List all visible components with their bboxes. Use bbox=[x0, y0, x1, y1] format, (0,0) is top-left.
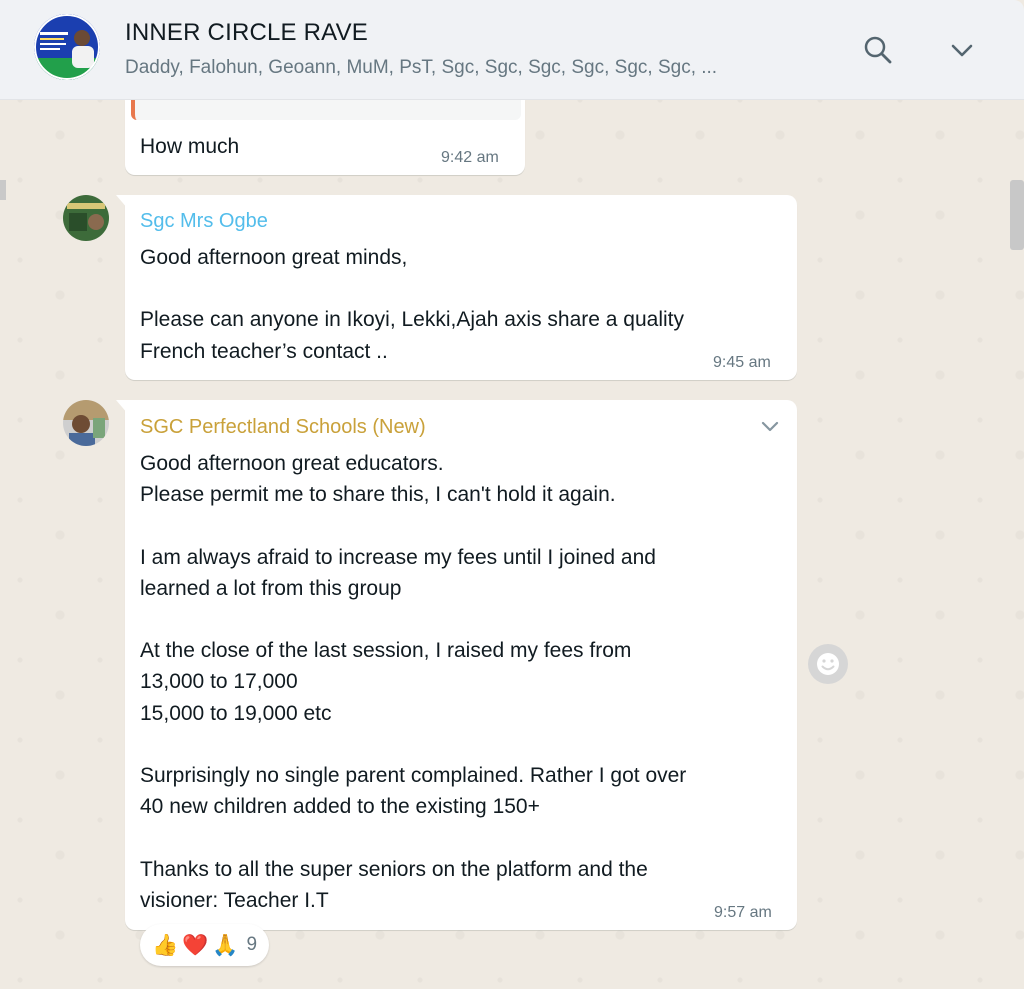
bubble-tail bbox=[116, 195, 128, 209]
school-logo-avatar-icon bbox=[63, 195, 109, 241]
praying-hands-reaction: 🙏 bbox=[212, 932, 239, 957]
chat-header[interactable]: INNER CIRCLE RAVE Daddy, Falohun, Geoann… bbox=[0, 0, 1024, 100]
window-edge-marker bbox=[0, 180, 6, 200]
group-flyer-avatar-icon bbox=[34, 14, 100, 80]
menu-button[interactable] bbox=[946, 34, 978, 66]
message-bubble[interactable]: Sgc Mrs Ogbe Good afternoon great minds,… bbox=[116, 195, 797, 380]
message-bubble[interactable]: SGC Perfectland Schools (New) Good after… bbox=[116, 400, 797, 930]
sender-avatar[interactable] bbox=[63, 400, 109, 446]
search-button[interactable] bbox=[862, 34, 894, 66]
group-avatar[interactable] bbox=[34, 14, 100, 80]
sender-name[interactable]: Sgc Mrs Ogbe bbox=[140, 210, 268, 233]
message-text: Good afternoon great educators. Please p… bbox=[140, 452, 687, 912]
sender-avatar[interactable] bbox=[63, 195, 109, 241]
message-time: 9:57 am bbox=[714, 904, 772, 921]
message-time: 9:45 am bbox=[713, 354, 771, 371]
quoted-message[interactable] bbox=[131, 100, 521, 120]
message-time: 9:42 am bbox=[441, 149, 499, 166]
reactions-pill[interactable]: 👍 ❤️ 🙏 9 bbox=[140, 924, 270, 966]
scrollbar-thumb[interactable] bbox=[1010, 180, 1024, 250]
message-text: Good afternoon great minds, Please can a… bbox=[140, 246, 684, 363]
message-options-button[interactable] bbox=[757, 416, 783, 438]
reaction-count: 9 bbox=[246, 934, 258, 955]
message-bubble[interactable]: How much 9:42 am bbox=[125, 100, 525, 175]
bubble-tail bbox=[116, 400, 128, 414]
heart-reaction: ❤️ bbox=[182, 932, 209, 957]
search-icon bbox=[864, 36, 892, 64]
person-photo-avatar-icon bbox=[63, 400, 109, 446]
sender-name[interactable]: SGC Perfectland Schools (New) bbox=[140, 416, 426, 439]
react-button[interactable] bbox=[808, 644, 848, 684]
thumbs-up-reaction: 👍 bbox=[152, 932, 179, 957]
smiley-icon bbox=[817, 653, 839, 675]
group-title[interactable]: INNER CIRCLE RAVE bbox=[125, 19, 368, 47]
group-members-list[interactable]: Daddy, Falohun, Geoann, MuM, PsT, Sgc, S… bbox=[125, 57, 717, 79]
chevron-down-icon bbox=[951, 44, 973, 57]
message-text: How much bbox=[140, 135, 240, 158]
chevron-down-icon bbox=[761, 421, 779, 432]
